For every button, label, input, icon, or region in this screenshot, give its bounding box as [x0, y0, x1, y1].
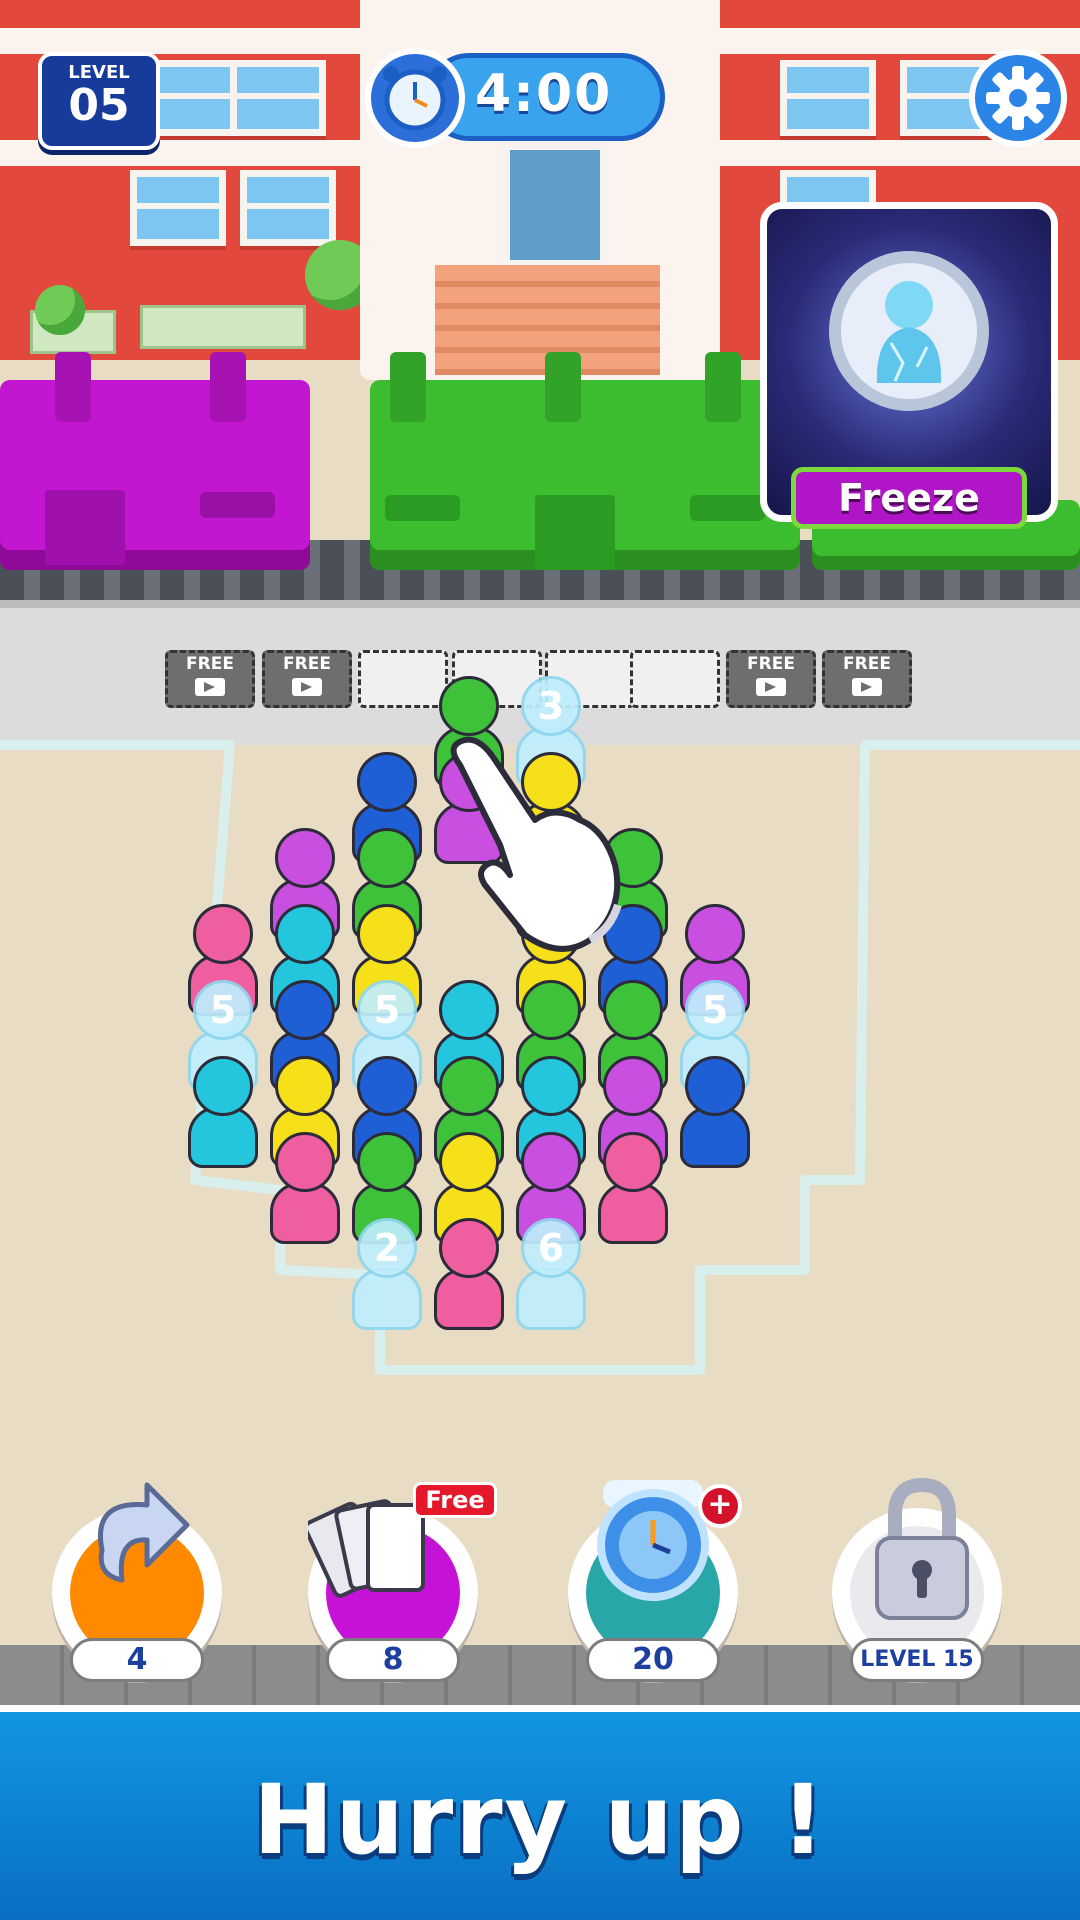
settings-button[interactable]	[968, 48, 1068, 148]
timer: 4:00	[365, 48, 670, 148]
freeze-counter: 2	[373, 1225, 401, 1270]
train-car-purple	[0, 352, 310, 570]
entrance-door	[500, 140, 610, 270]
character-head	[521, 980, 581, 1040]
freeze-counter: 5	[701, 988, 729, 1032]
gear-icon	[969, 49, 1067, 147]
character-head	[357, 904, 417, 964]
character-head	[439, 1056, 499, 1116]
level-badge: LEVEL 05	[38, 52, 160, 150]
building-window	[240, 170, 336, 246]
car-roof-vent	[545, 352, 581, 422]
car-roof-vent	[210, 352, 246, 422]
locked-level-label: LEVEL 15	[850, 1638, 984, 1682]
character-head	[685, 904, 745, 964]
character-head	[603, 980, 663, 1040]
character-head	[603, 1132, 663, 1192]
shuffle-count: 8	[326, 1638, 460, 1682]
car-roof-vent	[55, 352, 91, 422]
level-number: 05	[68, 80, 130, 131]
character-head	[521, 1132, 581, 1192]
tree	[35, 285, 85, 335]
character-head	[275, 904, 335, 964]
car-roof-vent	[705, 352, 741, 422]
free-tag: Free	[413, 1482, 497, 1518]
character[interactable]	[180, 1056, 266, 1174]
timer-text: 4:00	[475, 64, 613, 124]
freeze-label-box: Freeze	[791, 467, 1027, 529]
car-roof-vent	[390, 352, 426, 422]
car-door	[535, 495, 615, 570]
character-head	[357, 828, 417, 888]
undo-count: 4	[70, 1638, 204, 1682]
frozen-character-icon	[876, 281, 942, 383]
car-window	[385, 495, 460, 521]
character-head	[357, 1056, 417, 1116]
character[interactable]	[426, 1217, 512, 1336]
character[interactable]	[672, 1056, 758, 1174]
character-head	[439, 676, 499, 736]
character-head	[603, 1056, 663, 1116]
undo-arrow-icon	[98, 1482, 190, 1583]
car-window	[200, 492, 275, 518]
building-window	[230, 60, 326, 136]
frozen-character[interactable]: 2	[344, 1217, 430, 1336]
freeze-character-frame	[829, 251, 989, 411]
freeze-counter: 3	[537, 684, 565, 728]
freeze-time-count: 20	[586, 1638, 720, 1682]
character-head	[275, 980, 335, 1040]
character-head	[439, 1217, 499, 1278]
character-head	[275, 1056, 335, 1116]
character-head	[193, 904, 253, 964]
locked-booster-button[interactable]: LEVEL 15	[832, 1470, 1002, 1690]
undo-booster-button[interactable]: 4	[52, 1470, 222, 1690]
freeze-time-booster-button[interactable]: + 20	[568, 1470, 742, 1690]
character-head	[193, 1056, 253, 1116]
padlock-icon	[875, 1477, 969, 1620]
freeze-counter: 5	[373, 988, 401, 1032]
tutorial-hand-icon	[450, 736, 622, 952]
alarm-clock-icon	[365, 48, 465, 148]
freeze-label: Freeze	[838, 476, 980, 520]
character-head	[275, 1132, 335, 1192]
character-head	[685, 1056, 745, 1116]
character-head	[439, 1132, 499, 1192]
building-window	[130, 170, 226, 246]
character[interactable]	[262, 1132, 348, 1250]
building-window	[780, 60, 876, 136]
frozen-character[interactable]: 6	[508, 1217, 594, 1336]
frozen-clock-icon	[597, 1480, 709, 1601]
freeze-counter: 5	[209, 988, 237, 1032]
freeze-counter: 6	[537, 1225, 565, 1270]
car-window	[690, 495, 765, 521]
freeze-booster-card: Freeze	[760, 202, 1058, 529]
shuffle-booster-button[interactable]: Free 8	[308, 1470, 497, 1690]
add-booster-badge[interactable]: +	[698, 1484, 742, 1528]
character-head	[357, 1132, 417, 1192]
character-head	[439, 980, 499, 1040]
platform-edge	[0, 600, 1080, 608]
train-car-green	[370, 352, 800, 570]
character-head	[275, 828, 335, 888]
character-head	[521, 1056, 581, 1116]
hedge	[140, 305, 306, 349]
promo-banner: Hurry up !	[0, 1712, 1080, 1920]
character[interactable]	[590, 1132, 676, 1250]
car-door	[45, 490, 125, 565]
banner-text: Hurry up !	[253, 1764, 827, 1876]
character-head	[357, 752, 417, 812]
